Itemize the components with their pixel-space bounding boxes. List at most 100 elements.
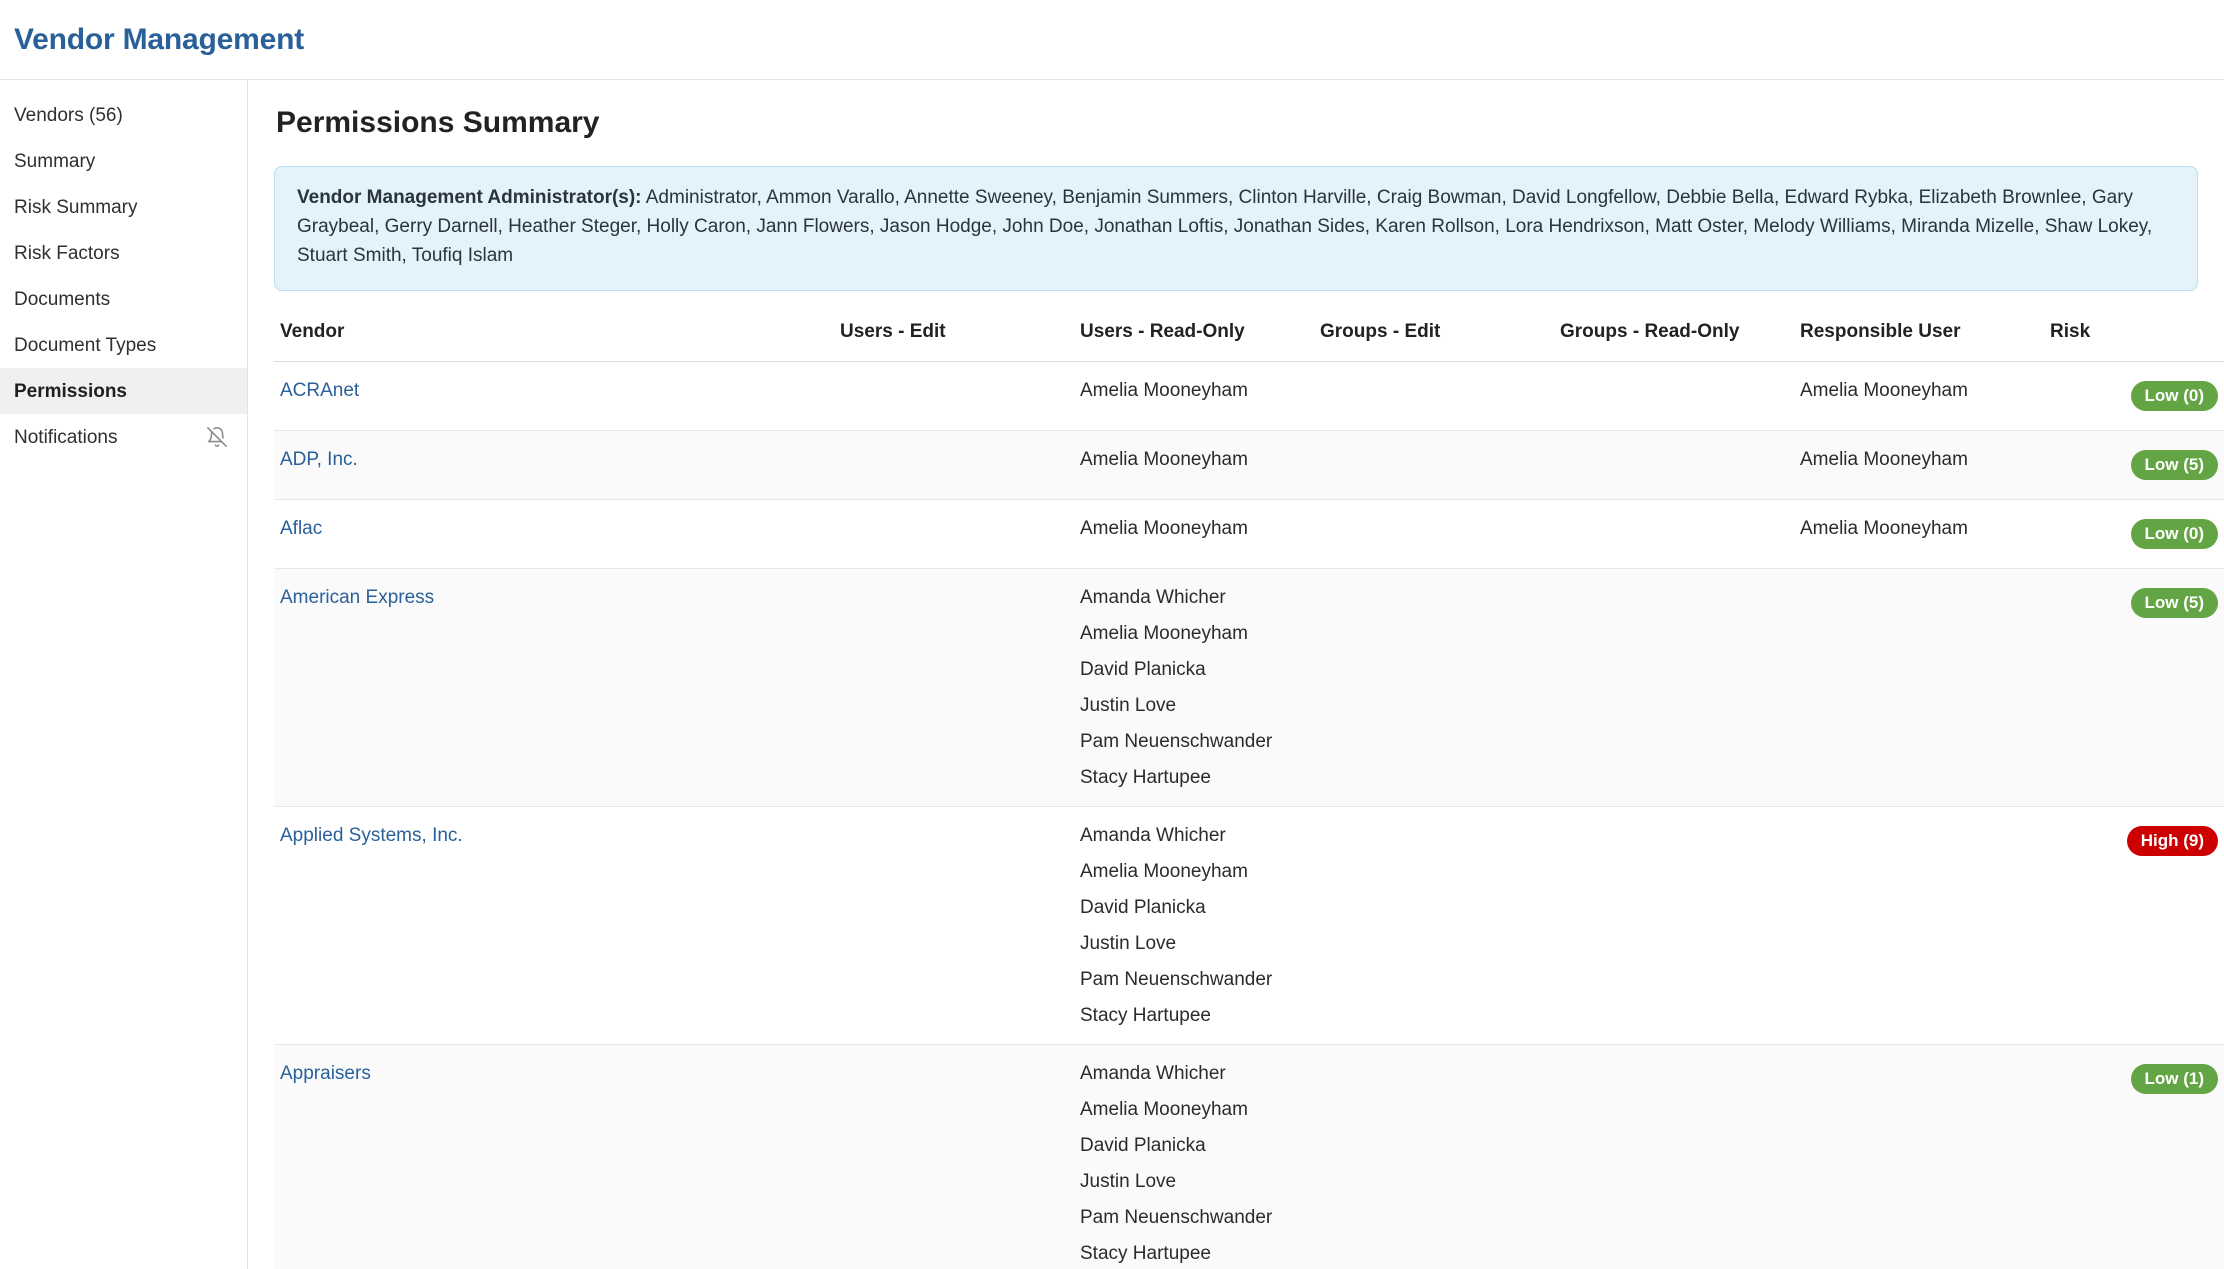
cell-users-read-only: Amanda WhicherAmelia MooneyhamDavid Plan… bbox=[1074, 568, 1314, 806]
cell-users-edit bbox=[834, 430, 1074, 499]
column-header-groups-edit[interactable]: Groups - Edit bbox=[1314, 317, 1554, 362]
user-name: Stacy Hartupee bbox=[1080, 1244, 1308, 1263]
sidebar-item-label: Document Types bbox=[14, 336, 156, 355]
user-name: David Planicka bbox=[1080, 898, 1308, 934]
cell-groups-edit bbox=[1314, 361, 1554, 430]
risk-badge[interactable]: Low (5) bbox=[2131, 450, 2219, 480]
app-title: Vendor Management bbox=[14, 23, 304, 57]
cell-risk: Low (0) bbox=[2044, 361, 2224, 430]
risk-badge[interactable]: Low (5) bbox=[2131, 588, 2219, 618]
vendor-link[interactable]: American Express bbox=[280, 587, 434, 608]
user-name: Amelia Mooneyham bbox=[1080, 862, 1308, 898]
sidebar-item-vendors-56[interactable]: Vendors (56) bbox=[0, 92, 247, 138]
sidebar-item-summary[interactable]: Summary bbox=[0, 138, 247, 184]
user-list: Amelia Mooneyham bbox=[1080, 450, 1308, 469]
table-row: ACRAnet Amelia Mooneyham Amelia Mooneyham L… bbox=[274, 361, 2224, 430]
vendor-link[interactable]: Aflac bbox=[280, 518, 322, 539]
admin-banner: Vendor Management Administrator(s): Admi… bbox=[274, 166, 2198, 291]
cell-groups-read-only bbox=[1554, 568, 1794, 806]
user-name: Stacy Hartupee bbox=[1080, 768, 1308, 787]
vendor-link[interactable]: Appraisers bbox=[280, 1063, 371, 1084]
sidebar-item-label: Documents bbox=[14, 290, 110, 309]
table-row: American Express Amanda WhicherAmelia Moo… bbox=[274, 568, 2224, 806]
cell-responsible-user: Amelia Mooneyham bbox=[1794, 361, 2044, 430]
cell-risk: High (9) bbox=[2044, 806, 2224, 1044]
sidebar-item-label: Risk Factors bbox=[14, 244, 120, 263]
cell-groups-edit bbox=[1314, 1044, 1554, 1269]
cell-users-edit bbox=[834, 1044, 1074, 1269]
table-row: ADP, Inc. Amelia Mooneyham Amelia Mooneyha… bbox=[274, 430, 2224, 499]
cell-groups-read-only bbox=[1554, 499, 1794, 568]
sidebar-item-label: Summary bbox=[14, 152, 95, 171]
risk-badge[interactable]: Low (0) bbox=[2131, 519, 2219, 549]
sidebar-item-risk-factors[interactable]: Risk Factors bbox=[0, 230, 247, 276]
cell-responsible-user bbox=[1794, 806, 2044, 1044]
user-list: Amanda WhicherAmelia MooneyhamDavid Plan… bbox=[1080, 826, 1308, 1025]
cell-users-read-only: Amelia Mooneyham bbox=[1074, 361, 1314, 430]
cell-responsible-user: Amelia Mooneyham bbox=[1794, 430, 2044, 499]
risk-badge[interactable]: High (9) bbox=[2127, 826, 2218, 856]
user-name: Pam Neuenschwander bbox=[1080, 970, 1308, 1006]
cell-vendor: ADP, Inc. bbox=[274, 430, 834, 499]
sidebar-item-label: Notifications bbox=[14, 428, 118, 447]
column-header-risk[interactable]: Risk bbox=[2044, 317, 2224, 362]
vendor-link[interactable]: ACRAnet bbox=[280, 380, 359, 401]
cell-risk: Low (5) bbox=[2044, 430, 2224, 499]
user-list: Amanda WhicherAmelia MooneyhamDavid Plan… bbox=[1080, 588, 1308, 787]
user-name: Amelia Mooneyham bbox=[1080, 1100, 1308, 1136]
cell-responsible-user: Amelia Mooneyham bbox=[1794, 499, 2044, 568]
user-name: Amanda Whicher bbox=[1080, 588, 1308, 624]
app-header: Vendor Management bbox=[0, 0, 2224, 80]
vendor-link[interactable]: ADP, Inc. bbox=[280, 449, 358, 470]
column-header-responsible-user[interactable]: Responsible User bbox=[1794, 317, 2044, 362]
cell-groups-edit bbox=[1314, 568, 1554, 806]
table-header-row: Vendor Users - Edit Users - Read-Only Gr… bbox=[274, 317, 2224, 362]
cell-responsible-user bbox=[1794, 1044, 2044, 1269]
column-header-users-read-only[interactable]: Users - Read-Only bbox=[1074, 317, 1314, 362]
user-name: David Planicka bbox=[1080, 660, 1308, 696]
risk-badge[interactable]: Low (1) bbox=[2131, 1064, 2219, 1094]
cell-vendor: Applied Systems, Inc. bbox=[274, 806, 834, 1044]
bell-slash-icon[interactable] bbox=[205, 425, 229, 449]
user-list: Amelia Mooneyham bbox=[1080, 381, 1308, 400]
cell-users-read-only: Amanda WhicherAmelia MooneyhamDavid Plan… bbox=[1074, 806, 1314, 1044]
sidebar-item-label: Vendors (56) bbox=[14, 106, 123, 125]
cell-risk: Low (1) bbox=[2044, 1044, 2224, 1269]
user-name: Amanda Whicher bbox=[1080, 826, 1308, 862]
permissions-table-head: Vendor Users - Edit Users - Read-Only Gr… bbox=[274, 317, 2224, 362]
sidebar-item-documents[interactable]: Documents bbox=[0, 276, 247, 322]
sidebar-item-permissions[interactable]: Permissions bbox=[0, 368, 247, 414]
cell-users-read-only: Amanda WhicherAmelia MooneyhamDavid Plan… bbox=[1074, 1044, 1314, 1269]
sidebar-item-risk-summary[interactable]: Risk Summary bbox=[0, 184, 247, 230]
user-name: Justin Love bbox=[1080, 1172, 1308, 1208]
cell-users-edit bbox=[834, 361, 1074, 430]
admin-banner-label: Vendor Management Administrator(s): bbox=[297, 187, 642, 208]
cell-vendor: Aflac bbox=[274, 499, 834, 568]
permissions-table-body: ACRAnetAmelia MooneyhamAmelia MooneyhamL… bbox=[274, 361, 2224, 1269]
cell-users-read-only: Amelia Mooneyham bbox=[1074, 499, 1314, 568]
cell-risk: Low (0) bbox=[2044, 499, 2224, 568]
risk-badge[interactable]: Low (0) bbox=[2131, 381, 2219, 411]
user-name: Amelia Mooneyham bbox=[1080, 450, 1308, 469]
cell-vendor: American Express bbox=[274, 568, 834, 806]
cell-groups-edit bbox=[1314, 806, 1554, 1044]
cell-risk: Low (5) bbox=[2044, 568, 2224, 806]
cell-groups-read-only bbox=[1554, 361, 1794, 430]
permissions-table: Vendor Users - Edit Users - Read-Only Gr… bbox=[274, 317, 2224, 1269]
column-header-vendor[interactable]: Vendor bbox=[274, 317, 834, 362]
column-header-groups-read-only[interactable]: Groups - Read-Only bbox=[1554, 317, 1794, 362]
page-title: Permissions Summary bbox=[276, 106, 2198, 140]
vendor-link[interactable]: Applied Systems, Inc. bbox=[280, 825, 463, 846]
cell-groups-read-only bbox=[1554, 806, 1794, 1044]
cell-vendor: Appraisers bbox=[274, 1044, 834, 1269]
cell-vendor: ACRAnet bbox=[274, 361, 834, 430]
sidebar-item-notifications[interactable]: Notifications bbox=[0, 414, 247, 460]
sidebar-item-label: Permissions bbox=[14, 382, 127, 401]
column-header-users-edit[interactable]: Users - Edit bbox=[834, 317, 1074, 362]
body-wrapper: Vendors (56) Summary Risk Summary Risk Fact… bbox=[0, 80, 2224, 1269]
user-name: Amelia Mooneyham bbox=[1080, 519, 1308, 538]
user-name: Amelia Mooneyham bbox=[1080, 381, 1308, 400]
sidebar-nav: Vendors (56) Summary Risk Summary Risk Fact… bbox=[0, 80, 248, 1269]
sidebar-item-document-types[interactable]: Document Types bbox=[0, 322, 247, 368]
table-row: Appraisers Amanda WhicherAmelia Mooneyham… bbox=[274, 1044, 2224, 1269]
